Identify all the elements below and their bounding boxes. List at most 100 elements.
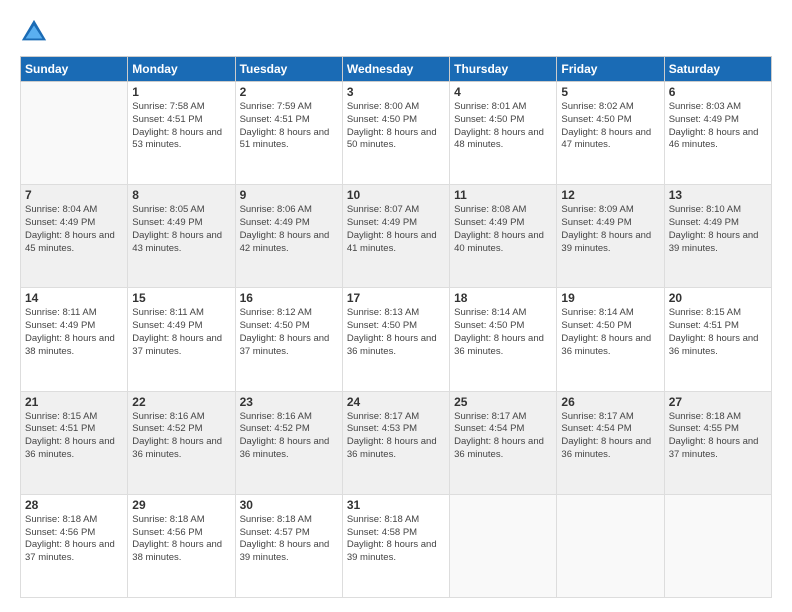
day-info: Sunrise: 8:16 AM Sunset: 4:52 PM Dayligh… (132, 411, 230, 462)
day-info: Sunrise: 7:58 AM Sunset: 4:51 PM Dayligh… (132, 101, 230, 152)
calendar-cell (21, 82, 128, 185)
day-number: 19 (561, 291, 659, 305)
calendar-cell: 11Sunrise: 8:08 AM Sunset: 4:49 PM Dayli… (450, 185, 557, 288)
calendar-cell: 8 Sunrise: 8:05 AM Sunset: 4:49 PM Daylig… (128, 185, 235, 288)
day-number: 1 (132, 85, 230, 99)
day-number: 7 (25, 188, 123, 202)
day-info: Sunrise: 8:05 AM Sunset: 4:49 PM Dayligh… (132, 204, 230, 255)
day-number: 23 (240, 395, 338, 409)
day-header-sunday: Sunday (21, 57, 128, 82)
calendar-cell (664, 494, 771, 597)
calendar-cell: 10 Sunrise: 8:07 AM Sunset: 4:49 PM Dayli… (342, 185, 449, 288)
day-number: 28 (25, 498, 123, 512)
day-header-wednesday: Wednesday (342, 57, 449, 82)
day-header-thursday: Thursday (450, 57, 557, 82)
day-number: 5 (561, 85, 659, 99)
calendar-cell: 31 Sunrise: 8:18 AM Sunset: 4:58 PM Dayli… (342, 494, 449, 597)
day-number: 26 (561, 395, 659, 409)
day-number: 20 (669, 291, 767, 305)
day-info: Sunrise: 8:15 AM Sunset: 4:51 PM Dayligh… (25, 411, 123, 462)
day-number: 31 (347, 498, 445, 512)
calendar-week-row: 7 Sunrise: 8:04 AM Sunset: 4:49 PM Daylig… (21, 185, 772, 288)
calendar: SundayMondayTuesdayWednesdayThursdayFrid… (20, 56, 772, 598)
day-number: 27 (669, 395, 767, 409)
day-number: 13 (669, 188, 767, 202)
calendar-cell: 16 Sunrise: 8:12 AM Sunset: 4:50 PM Dayli… (235, 288, 342, 391)
day-number: 25 (454, 395, 552, 409)
day-header-saturday: Saturday (664, 57, 771, 82)
logo-icon (20, 18, 48, 46)
day-number: 24 (347, 395, 445, 409)
page: SundayMondayTuesdayWednesdayThursdayFrid… (0, 0, 792, 612)
calendar-cell: 23Sunrise: 8:16 AM Sunset: 4:52 PM Dayli… (235, 391, 342, 494)
calendar-cell: 25 Sunrise: 8:17 AM Sunset: 4:54 PM Dayli… (450, 391, 557, 494)
day-number: 4 (454, 85, 552, 99)
day-info: Sunrise: 8:11 AM Sunset: 4:49 PM Dayligh… (132, 307, 230, 358)
calendar-week-row: 28 Sunrise: 8:18 AM Sunset: 4:56 PM Dayli… (21, 494, 772, 597)
day-info: Sunrise: 8:04 AM Sunset: 4:49 PM Dayligh… (25, 204, 123, 255)
day-number: 17 (347, 291, 445, 305)
calendar-cell: 21Sunrise: 8:15 AM Sunset: 4:51 PM Dayli… (21, 391, 128, 494)
day-number: 16 (240, 291, 338, 305)
calendar-cell (450, 494, 557, 597)
day-info: Sunrise: 8:12 AM Sunset: 4:50 PM Dayligh… (240, 307, 338, 358)
day-number: 8 (132, 188, 230, 202)
calendar-cell: 6Sunrise: 8:03 AM Sunset: 4:49 PM Daylig… (664, 82, 771, 185)
calendar-week-row: 21Sunrise: 8:15 AM Sunset: 4:51 PM Dayli… (21, 391, 772, 494)
calendar-cell: 18 Sunrise: 8:14 AM Sunset: 4:50 PM Dayli… (450, 288, 557, 391)
day-number: 10 (347, 188, 445, 202)
calendar-cell: 17 Sunrise: 8:13 AM Sunset: 4:50 PM Dayli… (342, 288, 449, 391)
day-number: 30 (240, 498, 338, 512)
day-info: Sunrise: 8:08 AM Sunset: 4:49 PM Dayligh… (454, 204, 552, 255)
day-number: 9 (240, 188, 338, 202)
day-header-monday: Monday (128, 57, 235, 82)
calendar-cell: 26 Sunrise: 8:17 AM Sunset: 4:54 PM Dayli… (557, 391, 664, 494)
calendar-cell: 2 Sunrise: 7:59 AM Sunset: 4:51 PM Daylig… (235, 82, 342, 185)
day-info: Sunrise: 8:17 AM Sunset: 4:53 PM Dayligh… (347, 411, 445, 462)
calendar-cell: 20 Sunrise: 8:15 AM Sunset: 4:51 PM Dayli… (664, 288, 771, 391)
day-number: 14 (25, 291, 123, 305)
calendar-cell: 22 Sunrise: 8:16 AM Sunset: 4:52 PM Dayli… (128, 391, 235, 494)
day-info: Sunrise: 8:15 AM Sunset: 4:51 PM Dayligh… (669, 307, 767, 358)
header (20, 18, 772, 46)
calendar-cell: 3 Sunrise: 8:00 AM Sunset: 4:50 PM Daylig… (342, 82, 449, 185)
day-header-tuesday: Tuesday (235, 57, 342, 82)
day-number: 12 (561, 188, 659, 202)
calendar-cell (557, 494, 664, 597)
calendar-cell: 19 Sunrise: 8:14 AM Sunset: 4:50 PM Dayli… (557, 288, 664, 391)
calendar-cell: 12 Sunrise: 8:09 AM Sunset: 4:49 PM Dayli… (557, 185, 664, 288)
day-info: Sunrise: 8:00 AM Sunset: 4:50 PM Dayligh… (347, 101, 445, 152)
day-number: 18 (454, 291, 552, 305)
calendar-header-row: SundayMondayTuesdayWednesdayThursdayFrid… (21, 57, 772, 82)
calendar-cell: 14 Sunrise: 8:11 AM Sunset: 4:49 PM Dayli… (21, 288, 128, 391)
day-info: Sunrise: 8:18 AM Sunset: 4:58 PM Dayligh… (347, 514, 445, 565)
day-info: Sunrise: 8:18 AM Sunset: 4:56 PM Dayligh… (25, 514, 123, 565)
day-info: Sunrise: 8:14 AM Sunset: 4:50 PM Dayligh… (561, 307, 659, 358)
day-number: 2 (240, 85, 338, 99)
day-info: Sunrise: 8:14 AM Sunset: 4:50 PM Dayligh… (454, 307, 552, 358)
day-number: 15 (132, 291, 230, 305)
logo (20, 18, 52, 46)
calendar-cell: 13 Sunrise: 8:10 AM Sunset: 4:49 PM Dayli… (664, 185, 771, 288)
day-info: Sunrise: 8:18 AM Sunset: 4:55 PM Dayligh… (669, 411, 767, 462)
day-info: Sunrise: 8:10 AM Sunset: 4:49 PM Dayligh… (669, 204, 767, 255)
day-number: 22 (132, 395, 230, 409)
day-info: Sunrise: 8:18 AM Sunset: 4:57 PM Dayligh… (240, 514, 338, 565)
day-info: Sunrise: 7:59 AM Sunset: 4:51 PM Dayligh… (240, 101, 338, 152)
day-info: Sunrise: 8:17 AM Sunset: 4:54 PM Dayligh… (561, 411, 659, 462)
day-info: Sunrise: 8:09 AM Sunset: 4:49 PM Dayligh… (561, 204, 659, 255)
day-number: 3 (347, 85, 445, 99)
calendar-cell: 1 Sunrise: 7:58 AM Sunset: 4:51 PM Daylig… (128, 82, 235, 185)
day-info: Sunrise: 8:18 AM Sunset: 4:56 PM Dayligh… (132, 514, 230, 565)
calendar-cell: 27 Sunrise: 8:18 AM Sunset: 4:55 PM Dayli… (664, 391, 771, 494)
day-info: Sunrise: 8:17 AM Sunset: 4:54 PM Dayligh… (454, 411, 552, 462)
day-number: 29 (132, 498, 230, 512)
day-info: Sunrise: 8:07 AM Sunset: 4:49 PM Dayligh… (347, 204, 445, 255)
calendar-cell: 5 Sunrise: 8:02 AM Sunset: 4:50 PM Daylig… (557, 82, 664, 185)
calendar-cell: 9Sunrise: 8:06 AM Sunset: 4:49 PM Daylig… (235, 185, 342, 288)
day-number: 6 (669, 85, 767, 99)
day-info: Sunrise: 8:11 AM Sunset: 4:49 PM Dayligh… (25, 307, 123, 358)
calendar-cell: 4Sunrise: 8:01 AM Sunset: 4:50 PM Daylig… (450, 82, 557, 185)
day-info: Sunrise: 8:13 AM Sunset: 4:50 PM Dayligh… (347, 307, 445, 358)
day-info: Sunrise: 8:02 AM Sunset: 4:50 PM Dayligh… (561, 101, 659, 152)
